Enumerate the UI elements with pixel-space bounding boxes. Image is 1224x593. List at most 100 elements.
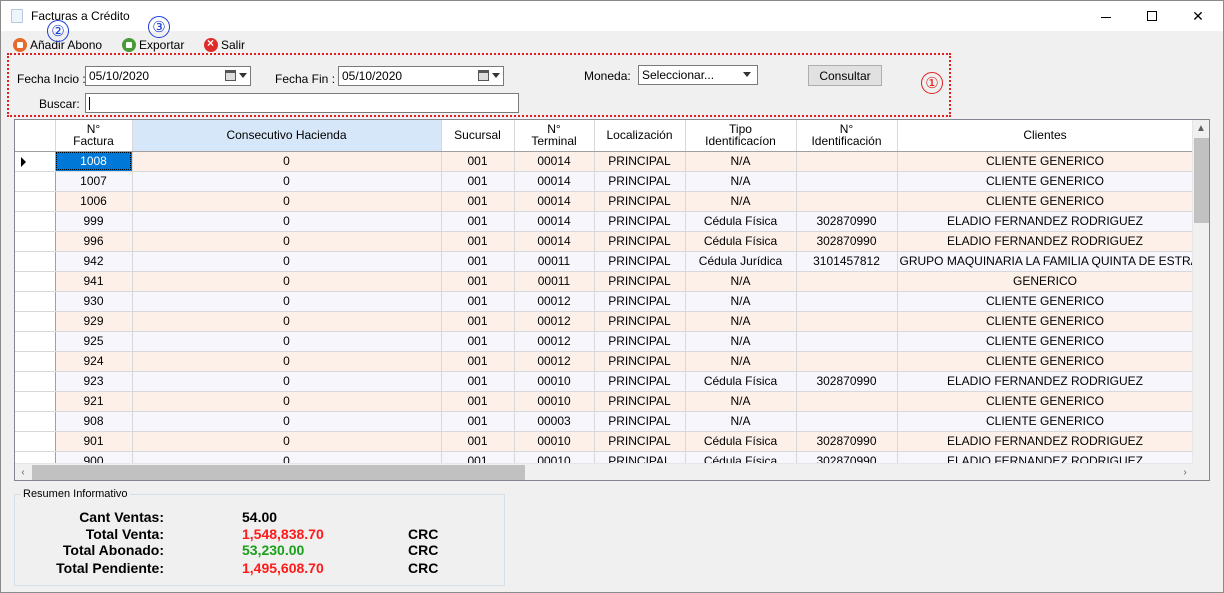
row-header[interactable]: [15, 351, 56, 372]
table-cell-factura[interactable]: 996: [55, 231, 133, 252]
table-cell-clientes[interactable]: CLIENTE GENERICO: [897, 171, 1194, 192]
table-cell-sucursal[interactable]: 001: [441, 351, 515, 372]
table-cell-tipo-identificacion[interactable]: N/A: [685, 271, 797, 292]
table-row[interactable]: 999 0 001 00014 PRINCIPAL Cédula Física 302870…: [15, 211, 1194, 232]
table-cell-clientes[interactable]: GRUPO MAQUINARIA LA FAMILIA QUINTA DE ES…: [897, 251, 1194, 272]
table-cell-localizacion[interactable]: PRINCIPAL: [594, 191, 686, 212]
table-cell-clientes[interactable]: ELADIO FERNANDEZ RODRIGUEZ: [897, 371, 1194, 392]
consultar-button[interactable]: Consultar: [808, 65, 882, 86]
table-row[interactable]: 929 0 001 00012 PRINCIPAL N/A CLIENTE GENERICO: [15, 311, 1194, 332]
table-cell-identificacion[interactable]: [796, 391, 898, 412]
row-header[interactable]: [15, 311, 56, 332]
table-cell-clientes[interactable]: ELADIO FERNANDEZ RODRIGUEZ: [897, 231, 1194, 252]
horizontal-scroll-thumb[interactable]: [32, 465, 525, 480]
table-cell-localizacion[interactable]: PRINCIPAL: [594, 431, 686, 452]
table-cell-sucursal[interactable]: 001: [441, 311, 515, 332]
table-cell-consecutivo[interactable]: 0: [132, 211, 442, 232]
table-row[interactable]: 942 0 001 00011 PRINCIPAL Cédula Jurídica 3101…: [15, 251, 1194, 272]
table-cell-localizacion[interactable]: PRINCIPAL: [594, 311, 686, 332]
table-cell-consecutivo[interactable]: 0: [132, 371, 442, 392]
table-cell-identificacion[interactable]: [796, 411, 898, 432]
table-cell-identificacion[interactable]: [796, 171, 898, 192]
row-header[interactable]: [15, 191, 56, 212]
table-cell-terminal[interactable]: 00012: [514, 291, 595, 312]
table-cell-clientes[interactable]: CLIENTE GENERICO: [897, 291, 1194, 312]
moneda-select[interactable]: Seleccionar...: [638, 65, 758, 85]
table-cell-factura[interactable]: 1007: [55, 171, 133, 192]
table-cell-factura[interactable]: 929: [55, 311, 133, 332]
table-cell-tipo-identificacion[interactable]: N/A: [685, 351, 797, 372]
table-cell-terminal[interactable]: 00014: [514, 231, 595, 252]
table-cell-sucursal[interactable]: 001: [441, 291, 515, 312]
table-cell-consecutivo[interactable]: 0: [132, 291, 442, 312]
table-cell-consecutivo[interactable]: 0: [132, 271, 442, 292]
row-header[interactable]: [15, 171, 56, 192]
table-cell-consecutivo[interactable]: 0: [132, 231, 442, 252]
table-cell-sucursal[interactable]: 001: [441, 371, 515, 392]
table-cell-factura[interactable]: 941: [55, 271, 133, 292]
table-row[interactable]: 1008 0 001 00014 PRINCIPAL N/A CLIENTE GENERIC…: [15, 151, 1194, 172]
table-cell-identificacion[interactable]: 302870990: [796, 231, 898, 252]
table-row[interactable]: 996 0 001 00014 PRINCIPAL Cédula Física 302870…: [15, 231, 1194, 252]
table-cell-clientes[interactable]: CLIENTE GENERICO: [897, 391, 1194, 412]
table-cell-factura[interactable]: 999: [55, 211, 133, 232]
row-header[interactable]: [15, 411, 56, 432]
table-cell-sucursal[interactable]: 001: [441, 431, 515, 452]
table-cell-tipo-identificacion[interactable]: N/A: [685, 331, 797, 352]
table-cell-factura[interactable]: 942: [55, 251, 133, 272]
table-cell-tipo-identificacion[interactable]: Cédula Física: [685, 431, 797, 452]
table-row[interactable]: 921 0 001 00010 PRINCIPAL N/A CLIENTE GENERICO: [15, 391, 1194, 412]
table-row[interactable]: 923 0 001 00010 PRINCIPAL Cédula Física 302870…: [15, 371, 1194, 392]
table-cell-tipo-identificacion[interactable]: Cédula Física: [685, 231, 797, 252]
table-cell-factura[interactable]: 1006: [55, 191, 133, 212]
table-cell-sucursal[interactable]: 001: [441, 171, 515, 192]
table-cell-identificacion[interactable]: [796, 151, 898, 172]
table-cell-factura[interactable]: 901: [55, 431, 133, 452]
table-row[interactable]: 930 0 001 00012 PRINCIPAL N/A CLIENTE GENERICO: [15, 291, 1194, 312]
table-cell-terminal[interactable]: 00003: [514, 411, 595, 432]
table-cell-terminal[interactable]: 00012: [514, 311, 595, 332]
table-cell-tipo-identificacion[interactable]: N/A: [685, 291, 797, 312]
table-cell-terminal[interactable]: 00010: [514, 431, 595, 452]
table-cell-localizacion[interactable]: PRINCIPAL: [594, 331, 686, 352]
row-header[interactable]: [15, 291, 56, 312]
table-cell-localizacion[interactable]: PRINCIPAL: [594, 411, 686, 432]
table-cell-factura[interactable]: 925: [55, 331, 133, 352]
table-cell-consecutivo[interactable]: 0: [132, 391, 442, 412]
table-cell-sucursal[interactable]: 001: [441, 151, 515, 172]
table-cell-sucursal[interactable]: 001: [441, 231, 515, 252]
export-button[interactable]: Exportar: [122, 36, 184, 54]
table-cell-terminal[interactable]: 00014: [514, 211, 595, 232]
scroll-up-icon[interactable]: ▲: [1193, 120, 1209, 136]
table-cell-identificacion[interactable]: 302870990: [796, 211, 898, 232]
table-cell-factura[interactable]: 1008: [55, 151, 133, 172]
vertical-scroll-thumb[interactable]: [1194, 138, 1209, 223]
table-cell-factura[interactable]: 923: [55, 371, 133, 392]
table-cell-consecutivo[interactable]: 0: [132, 431, 442, 452]
table-cell-clientes[interactable]: CLIENTE GENERICO: [897, 411, 1194, 432]
column-header-consecutivo[interactable]: Consecutivo Hacienda: [132, 120, 442, 152]
table-cell-consecutivo[interactable]: 0: [132, 331, 442, 352]
table-cell-consecutivo[interactable]: 0: [132, 411, 442, 432]
table-cell-identificacion[interactable]: 3101457812: [796, 251, 898, 272]
column-header-terminal[interactable]: N° Terminal: [514, 120, 595, 152]
table-cell-consecutivo[interactable]: 0: [132, 151, 442, 172]
table-cell-sucursal[interactable]: 001: [441, 391, 515, 412]
table-cell-factura[interactable]: 921: [55, 391, 133, 412]
table-cell-factura[interactable]: 908: [55, 411, 133, 432]
table-cell-terminal[interactable]: 00012: [514, 331, 595, 352]
table-cell-sucursal[interactable]: 001: [441, 271, 515, 292]
table-row[interactable]: 908 0 001 00003 PRINCIPAL N/A CLIENTE GENERICO: [15, 411, 1194, 432]
table-cell-tipo-identificacion[interactable]: N/A: [685, 151, 797, 172]
close-button[interactable]: ✕: [1175, 1, 1221, 31]
table-cell-sucursal[interactable]: 001: [441, 251, 515, 272]
row-header[interactable]: [15, 371, 56, 392]
table-cell-clientes[interactable]: CLIENTE GENERICO: [897, 191, 1194, 212]
maximize-button[interactable]: [1129, 1, 1175, 31]
minimize-button[interactable]: [1083, 1, 1129, 31]
column-header-identificacion[interactable]: N° Identificación: [796, 120, 898, 152]
table-cell-sucursal[interactable]: 001: [441, 191, 515, 212]
table-cell-clientes[interactable]: GENERICO: [897, 271, 1194, 292]
row-header[interactable]: [15, 431, 56, 452]
table-cell-consecutivo[interactable]: 0: [132, 351, 442, 372]
